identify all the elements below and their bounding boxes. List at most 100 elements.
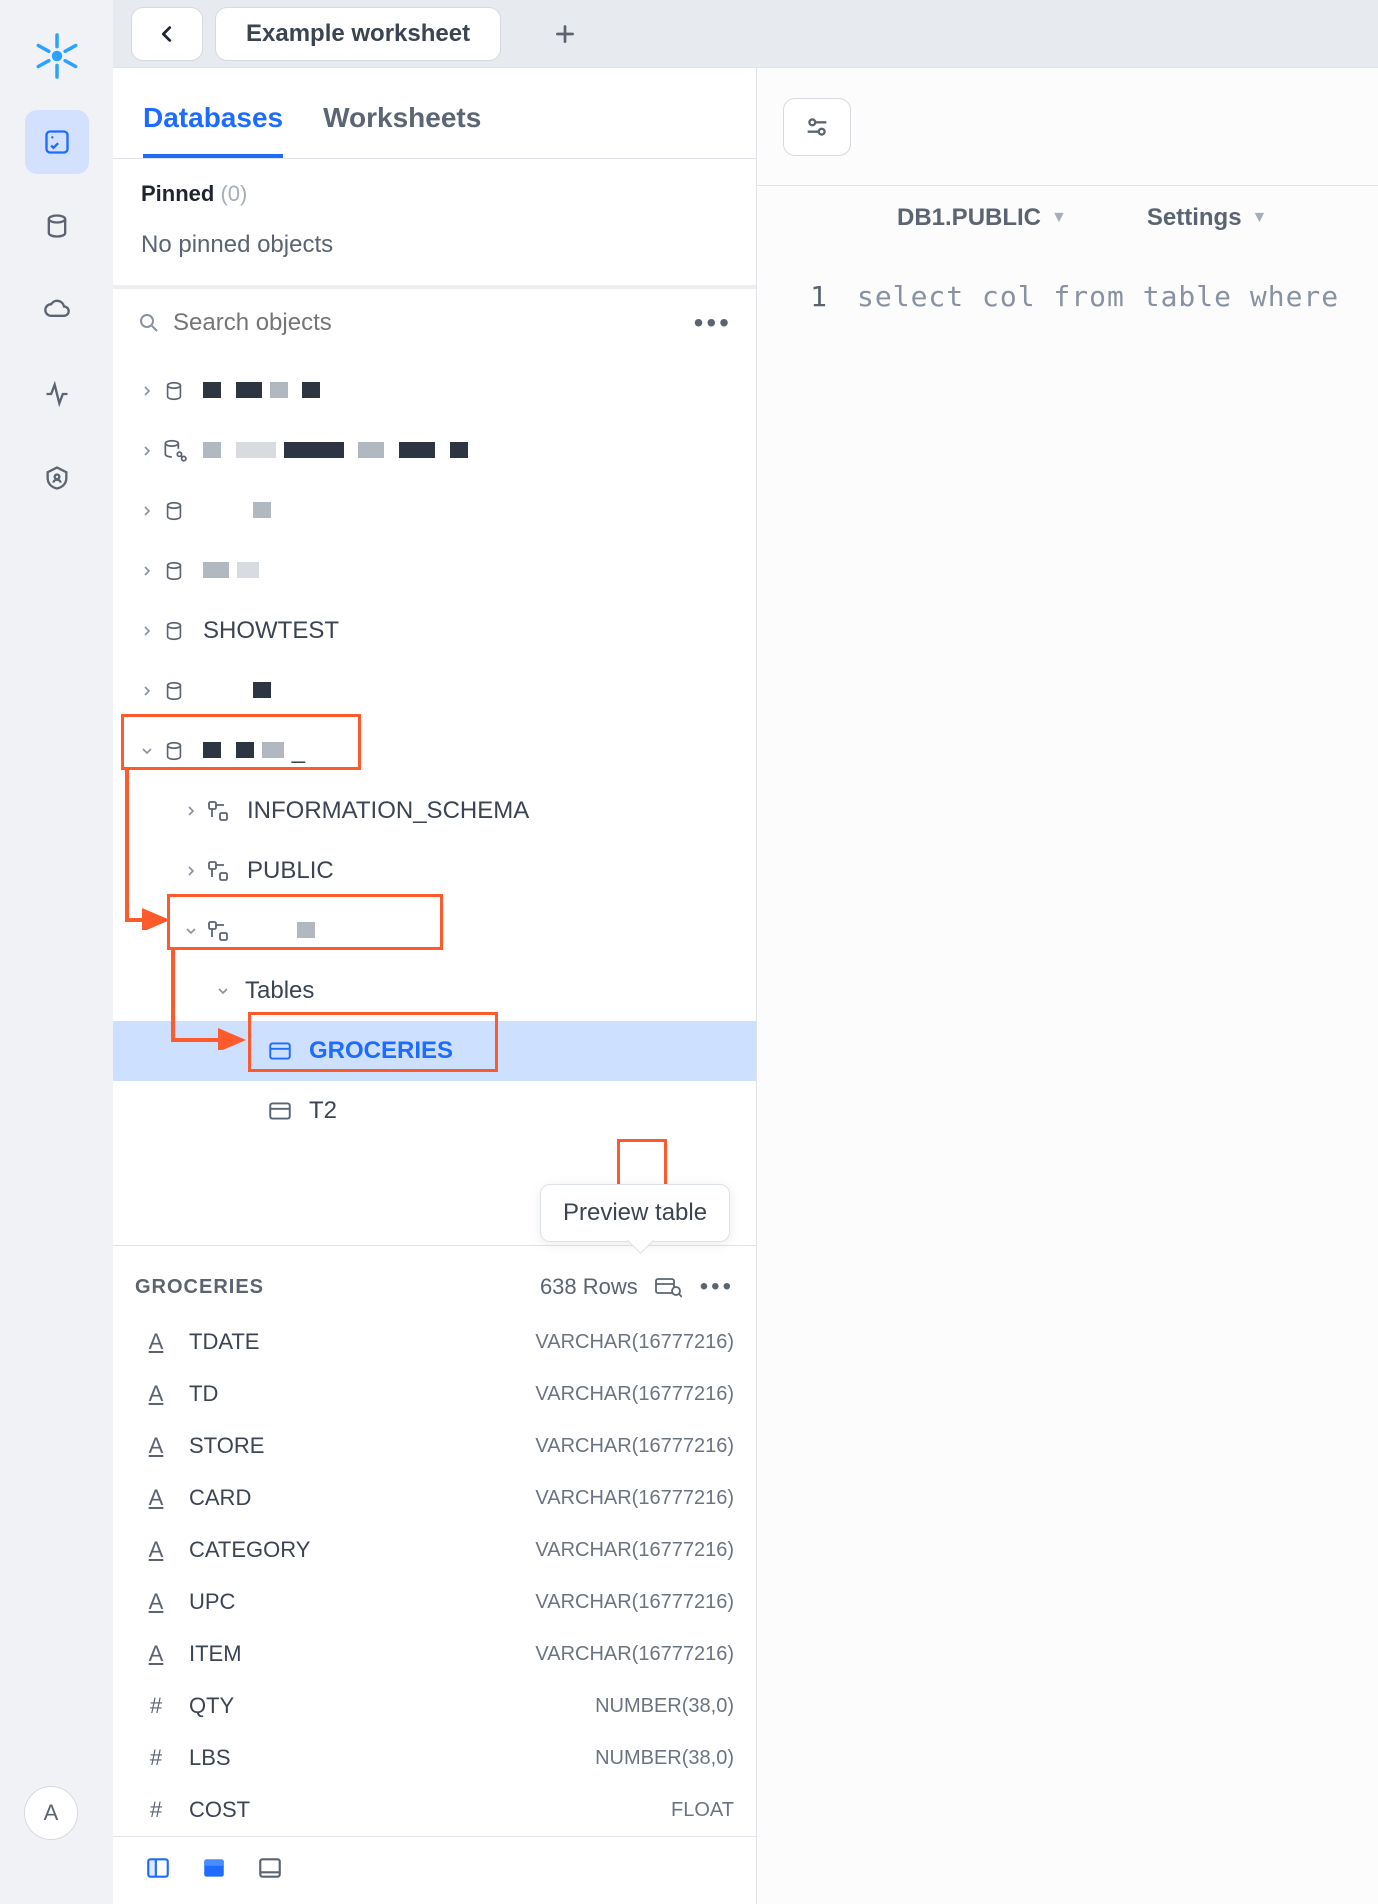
db-item-redacted-4[interactable] bbox=[113, 541, 756, 601]
column-row[interactable]: AITEMVARCHAR(16777216) bbox=[135, 1628, 734, 1680]
editor-pane: DB1.PUBLIC ▼ Settings ▼ 1 select col fro… bbox=[757, 68, 1378, 1904]
schema-icon bbox=[201, 919, 235, 943]
database-icon bbox=[157, 620, 191, 642]
code-editor[interactable]: 1 select col from table where bbox=[757, 250, 1378, 313]
database-icon bbox=[157, 380, 191, 402]
schema-item-expanded[interactable] bbox=[113, 901, 756, 961]
column-row[interactable]: #QTYNUMBER(38,0) bbox=[135, 1680, 734, 1732]
search-row: ••• bbox=[113, 289, 756, 357]
number-type-icon: # bbox=[135, 1745, 177, 1771]
number-type-icon: # bbox=[135, 1797, 177, 1823]
layout-icon-full[interactable] bbox=[201, 1855, 227, 1887]
context-bar: DB1.PUBLIC ▼ Settings ▼ bbox=[757, 186, 1378, 250]
db-tree: SHOWTEST bbox=[113, 357, 756, 1245]
db-item-redacted-1[interactable] bbox=[113, 361, 756, 421]
column-name: TDATE bbox=[189, 1329, 535, 1355]
back-button[interactable] bbox=[131, 7, 203, 61]
column-row[interactable]: ACARDVARCHAR(16777216) bbox=[135, 1472, 734, 1524]
schema-icon bbox=[201, 859, 235, 883]
code-line: select col from table where bbox=[857, 280, 1339, 313]
view-mode-bar bbox=[113, 1836, 756, 1904]
new-tab-button[interactable] bbox=[541, 10, 589, 58]
search-input[interactable] bbox=[173, 309, 694, 337]
pinned-section: Pinned (0) No pinned objects bbox=[113, 159, 756, 285]
column-row[interactable]: #COSTFLOAT bbox=[135, 1784, 734, 1836]
text-type-icon: A bbox=[135, 1485, 177, 1511]
column-type: NUMBER(38,0) bbox=[595, 1747, 734, 1770]
detail-more-menu[interactable]: ••• bbox=[700, 1273, 734, 1301]
tab-databases[interactable]: Databases bbox=[143, 102, 283, 158]
settings-toggle-button[interactable] bbox=[783, 98, 851, 156]
column-row[interactable]: A UPCVARCHAR(16777216) bbox=[135, 1576, 734, 1628]
tab-worksheets[interactable]: Worksheets bbox=[323, 102, 481, 158]
left-nav-rail: A bbox=[0, 0, 113, 1904]
column-row[interactable]: ACATEGORYVARCHAR(16777216) bbox=[135, 1524, 734, 1576]
table-icon bbox=[263, 1098, 297, 1124]
db-item-redacted-3[interactable] bbox=[113, 481, 756, 541]
worksheet-tab[interactable]: Example worksheet bbox=[215, 7, 501, 61]
layout-icon-split[interactable] bbox=[145, 1855, 171, 1887]
context-path-label: DB1.PUBLIC bbox=[897, 204, 1041, 232]
column-row[interactable]: # LBSNUMBER(38,0) bbox=[135, 1732, 734, 1784]
db-item-expanded[interactable]: _ bbox=[113, 721, 756, 781]
table-label: T2 bbox=[309, 1097, 337, 1125]
tables-group[interactable]: Tables bbox=[113, 961, 756, 1021]
editor-toolbar bbox=[757, 68, 1378, 186]
nav-admin[interactable] bbox=[25, 446, 89, 510]
column-row[interactable]: ASTOREVARCHAR(16777216) bbox=[135, 1420, 734, 1472]
database-icon bbox=[157, 680, 191, 702]
chevron-down-icon bbox=[181, 923, 201, 939]
settings-dropdown[interactable]: Settings ▼ bbox=[1147, 204, 1268, 232]
column-name: QTY bbox=[189, 1693, 595, 1719]
column-row[interactable]: ATDATEVARCHAR(16777216) bbox=[135, 1316, 734, 1368]
db-label-showtest: SHOWTEST bbox=[203, 617, 339, 645]
text-type-icon: A bbox=[135, 1537, 177, 1563]
column-name: LBS bbox=[189, 1745, 595, 1771]
nav-data[interactable] bbox=[25, 194, 89, 258]
nav-compute[interactable] bbox=[25, 278, 89, 342]
column-name: COST bbox=[189, 1797, 671, 1823]
number-type-icon: # bbox=[135, 1693, 177, 1719]
chevron-right-icon bbox=[137, 623, 157, 639]
nav-worksheets[interactable] bbox=[25, 110, 89, 174]
text-type-icon: A bbox=[135, 1589, 177, 1615]
tables-label: Tables bbox=[245, 977, 314, 1005]
db-item-redacted-2[interactable] bbox=[113, 421, 756, 481]
column-row[interactable]: ATDVARCHAR(16777216) bbox=[135, 1368, 734, 1420]
database-icon bbox=[157, 560, 191, 582]
table-icon bbox=[263, 1038, 297, 1064]
column-name: UPC bbox=[189, 1589, 535, 1615]
chevron-down-icon bbox=[137, 743, 157, 759]
schema-item-public[interactable]: PUBLIC bbox=[113, 841, 756, 901]
chevron-right-icon bbox=[137, 443, 157, 459]
row-count: 638 Rows bbox=[540, 1274, 638, 1300]
db-item-showtest[interactable]: SHOWTEST bbox=[113, 601, 756, 661]
table-item-groceries[interactable]: GROCERIES bbox=[113, 1021, 756, 1081]
db-item-redacted-5[interactable] bbox=[113, 661, 756, 721]
table-item-t2[interactable]: T2 bbox=[113, 1081, 756, 1141]
sidebar-tabs: Databases Worksheets bbox=[113, 68, 756, 159]
chevron-down-icon bbox=[213, 983, 233, 999]
text-type-icon: A bbox=[135, 1381, 177, 1407]
table-label: GROCERIES bbox=[309, 1037, 453, 1065]
search-more-menu[interactable]: ••• bbox=[694, 307, 732, 339]
column-name: CATEGORY bbox=[189, 1537, 535, 1563]
chevron-right-icon bbox=[181, 803, 201, 819]
schema-item-information[interactable]: INFORMATION_SCHEMA bbox=[113, 781, 756, 841]
settings-label: Settings bbox=[1147, 204, 1242, 232]
tabbar: Example worksheet bbox=[113, 0, 1378, 68]
context-selector[interactable]: DB1.PUBLIC ▼ bbox=[897, 204, 1067, 232]
main-region: Example worksheet Databases Worksheets P… bbox=[113, 0, 1378, 1904]
text-type-icon: A bbox=[135, 1641, 177, 1667]
shared-database-icon bbox=[157, 438, 191, 464]
column-type: VARCHAR(16777216) bbox=[535, 1591, 734, 1614]
preview-table-tooltip: Preview table bbox=[540, 1184, 730, 1242]
search-icon bbox=[137, 311, 161, 335]
preview-table-button[interactable] bbox=[646, 1265, 690, 1309]
chevron-right-icon bbox=[137, 563, 157, 579]
nav-activity[interactable] bbox=[25, 362, 89, 426]
avatar[interactable]: A bbox=[24, 1786, 78, 1840]
pinned-title: Pinned (0) bbox=[141, 181, 728, 207]
layout-icon-alt[interactable] bbox=[257, 1855, 283, 1887]
column-name: CARD bbox=[189, 1485, 535, 1511]
